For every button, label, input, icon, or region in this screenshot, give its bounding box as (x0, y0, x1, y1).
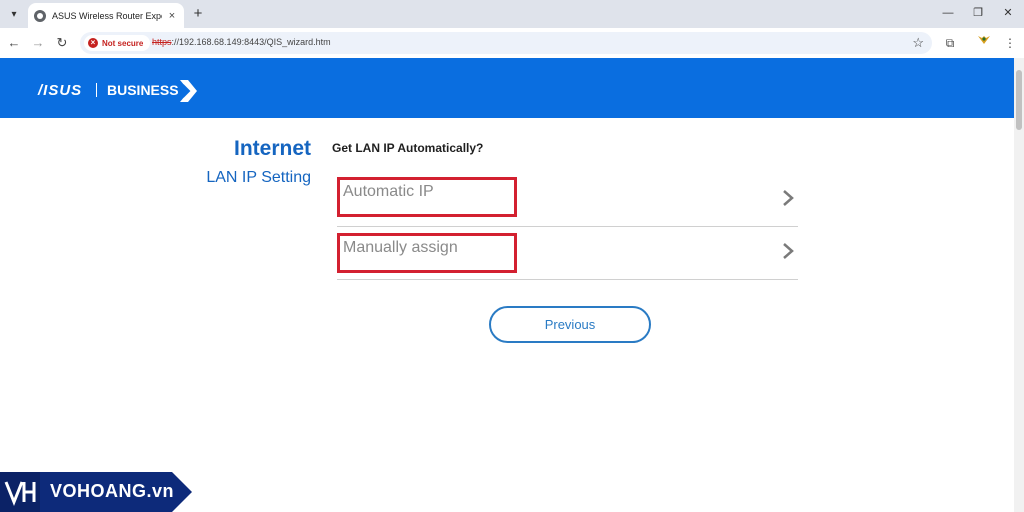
browser-menu-icon[interactable]: ⋮ (1000, 33, 1020, 53)
scrollbar-thumb[interactable] (1016, 70, 1022, 130)
browser-tab[interactable]: ASUS Wireless Router ExpertWiFi × (28, 3, 184, 28)
extensions-puzzle-icon[interactable]: ⧉ (940, 33, 960, 53)
tab-bar: ▾ ASUS Wireless Router ExpertWiFi × + — … (0, 0, 1024, 28)
logo-divider (96, 83, 97, 97)
new-tab-button[interactable]: + (188, 4, 208, 24)
asus-header-bar: /ISUS BUSINESS (0, 58, 1014, 118)
option-label: Manually assign (343, 239, 458, 256)
option-automatic-ip[interactable]: Automatic IP (337, 174, 798, 227)
tab-title: ASUS Wireless Router ExpertWiFi (52, 10, 162, 21)
option-manually-assign[interactable]: Manually assign (337, 227, 798, 280)
page-scrollbar[interactable] (1014, 58, 1024, 512)
tab-search-chevron-icon[interactable]: ▾ (4, 4, 24, 24)
tab-close-icon[interactable]: × (166, 10, 178, 22)
asus-logo: /ISUS (38, 82, 83, 99)
url-path: ://192.168.68.149:8443/QIS_wizard.htm (171, 37, 331, 47)
watermark-text: VOHOANG.vn (50, 481, 175, 501)
reload-icon[interactable]: ↻ (52, 33, 72, 53)
back-arrow-icon[interactable]: ← (4, 33, 24, 53)
profile-avatar-icon[interactable] (974, 33, 994, 53)
bookmark-star-icon[interactable]: ☆ (912, 35, 924, 51)
minimize-icon[interactable]: — (934, 4, 962, 22)
chevron-right-icon (783, 190, 794, 206)
chevron-right-icon (783, 243, 794, 259)
question-heading: Get LAN IP Automatically? (332, 141, 484, 155)
url-text[interactable]: https://192.168.68.149:8443/QIS_wizard.h… (152, 37, 331, 47)
previous-button[interactable]: Previous (489, 306, 651, 343)
url-scheme: https (152, 37, 172, 47)
business-chevron-logo-icon (180, 80, 197, 102)
step-subtitle: LAN IP Setting (206, 169, 311, 186)
option-label: Automatic IP (343, 183, 434, 200)
forward-arrow-icon[interactable]: → (28, 33, 48, 53)
not-secure-icon: × (88, 38, 98, 48)
restore-icon[interactable]: ❐ (964, 4, 992, 22)
browser-toolbar: ← → ↻ × Not secure https://192.168.68.14… (0, 28, 1024, 58)
globe-icon (34, 9, 46, 22)
address-bar[interactable]: × Not secure https://192.168.68.149:8443… (80, 32, 932, 54)
security-label: Not secure (102, 38, 144, 48)
close-window-icon[interactable]: ✕ (994, 4, 1022, 22)
step-title: Internet (233, 137, 311, 160)
security-chip[interactable]: × Not secure (84, 35, 151, 51)
business-label: BUSINESS (107, 82, 179, 98)
